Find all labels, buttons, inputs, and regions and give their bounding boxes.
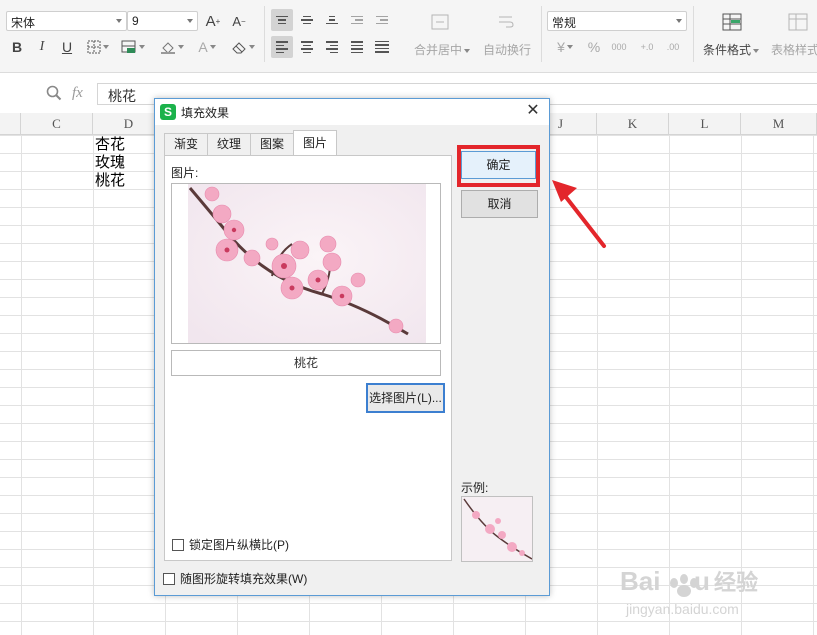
ribbon-separator (693, 6, 694, 62)
ok-highlight-box (457, 145, 540, 187)
table-style-icon[interactable] (786, 12, 810, 32)
column-header-k[interactable]: K (597, 113, 669, 135)
italic-icon[interactable]: I (33, 37, 51, 57)
dialog-title: 填充效果 (181, 106, 230, 120)
svg-text:Bai: Bai (620, 566, 660, 596)
increase-decimal-icon[interactable]: +.0 (636, 37, 658, 57)
column-header-l[interactable]: L (669, 113, 741, 135)
increase-font-icon[interactable]: A + (202, 11, 224, 31)
cell-d1[interactable]: 杏花 (95, 135, 125, 153)
column-header-m[interactable]: M (741, 113, 817, 135)
conditional-format-text: 条件格式 (703, 43, 752, 57)
row-header-corner[interactable] (0, 113, 21, 135)
close-icon[interactable]: ✕ (523, 101, 543, 121)
choose-picture-button[interactable]: 选择图片(L)... (366, 383, 445, 413)
svg-text:jingyan.baidu.com: jingyan.baidu.com (625, 601, 739, 617)
rotate-with-shape-checkbox[interactable] (163, 572, 175, 585)
align-right-icon[interactable] (321, 36, 343, 58)
merge-center-label[interactable]: 合并居中 (414, 41, 471, 58)
cell-d3[interactable]: 桃花 (95, 171, 125, 189)
tab-pattern[interactable]: 图案 (250, 133, 295, 155)
lock-aspect-label: 锁定图片纵横比(P) (189, 538, 289, 552)
merge-center-text: 合并居中 (414, 43, 463, 57)
ribbon-separator (541, 6, 542, 62)
number-format-value: 常规 (552, 16, 577, 30)
font-size-value: 9 (132, 14, 139, 28)
tab-bar: 渐变 纹理 图案 图片 (164, 130, 338, 155)
tab-texture[interactable]: 纹理 (207, 133, 252, 155)
wrap-text-label[interactable]: 自动换行 (483, 41, 531, 58)
increase-indent-icon[interactable] (371, 9, 393, 31)
merge-center-icon[interactable] (428, 12, 452, 32)
sample-label: 示例: (461, 481, 489, 495)
cell-style-icon[interactable] (118, 37, 148, 57)
conditional-format-icon[interactable] (720, 12, 744, 32)
distributed-icon[interactable] (371, 36, 393, 58)
font-name-select[interactable]: 宋体 (6, 11, 127, 31)
align-left-icon[interactable] (271, 36, 293, 58)
currency-icon[interactable]: ¥ (550, 37, 580, 57)
picture-label: 图片: (171, 166, 199, 180)
underline-icon[interactable]: U (58, 37, 76, 57)
decrease-font-icon[interactable]: A − (228, 11, 250, 31)
rotate-with-shape-row[interactable]: 随图形旋转填充效果(W) (163, 570, 307, 587)
font-name-value: 宋体 (11, 16, 36, 30)
lock-aspect-checkbox[interactable] (172, 538, 184, 551)
red-arrow-annotation (552, 180, 606, 248)
number-format-select[interactable]: 常规 (547, 11, 687, 31)
picture-tab-panel: 图片: 桃花 选择图片(L)... 锁定图片纵横比(P) (164, 155, 452, 561)
wrap-text-icon[interactable] (494, 12, 518, 32)
sample-preview (461, 496, 533, 562)
ribbon-toolbar: 宋体 9 A + A − B I U A 合并居中 自动换行 常规 ¥ % 000 (0, 0, 817, 73)
column-header-c[interactable]: C (21, 113, 93, 135)
decrease-decimal-icon[interactable]: .00 (662, 37, 684, 57)
conditional-format-label[interactable]: 条件格式 (703, 41, 760, 58)
sample-blossom-image (462, 497, 532, 561)
border-icon[interactable] (85, 37, 111, 57)
picture-name-field: 桃花 (171, 350, 441, 376)
baidu-jingyan-watermark: Bai u 经验 jingyan.baidu.com (590, 562, 810, 622)
fill-effects-dialog: S 填充效果 ✕ 渐变 纹理 图案 图片 图片: 桃花 选择图片(L)... 锁… (154, 98, 550, 596)
peach-blossom-image (188, 184, 426, 343)
fx-label[interactable]: fx (72, 85, 83, 102)
dialog-titlebar[interactable]: S 填充效果 ✕ (155, 99, 549, 125)
percent-icon[interactable]: % (585, 37, 603, 57)
align-center-icon[interactable] (296, 36, 318, 58)
justify-icon[interactable] (346, 36, 368, 58)
align-top-icon[interactable] (271, 9, 293, 31)
picture-preview (171, 183, 441, 344)
cancel-button[interactable]: 取消 (461, 190, 538, 218)
tab-gradient[interactable]: 渐变 (164, 133, 209, 155)
zoom-icon[interactable] (44, 83, 64, 103)
cell-d2[interactable]: 玫瑰 (95, 153, 125, 171)
wps-app-icon: S (160, 104, 176, 120)
align-bottom-icon[interactable] (321, 9, 343, 31)
rotate-with-shape-label: 随图形旋转填充效果(W) (180, 572, 308, 586)
table-style-label[interactable]: 表格样式 (771, 41, 817, 58)
ribbon-separator (264, 6, 265, 62)
fill-color-icon[interactable] (157, 37, 187, 57)
svg-text:经验: 经验 (714, 570, 758, 596)
decrease-indent-icon[interactable] (346, 9, 368, 31)
bold-icon[interactable]: B (8, 37, 26, 57)
tab-picture[interactable]: 图片 (293, 130, 338, 155)
align-middle-icon[interactable] (296, 9, 318, 31)
thousands-icon[interactable]: 000 (608, 37, 630, 57)
font-color-icon[interactable]: A (194, 37, 220, 57)
svg-text:u: u (694, 566, 710, 596)
baidu-paw-logo: Bai u 经验 jingyan.baidu.com (620, 566, 758, 617)
eraser-icon[interactable] (228, 37, 258, 57)
font-size-select[interactable]: 9 (127, 11, 198, 31)
lock-aspect-row[interactable]: 锁定图片纵横比(P) (172, 536, 289, 553)
